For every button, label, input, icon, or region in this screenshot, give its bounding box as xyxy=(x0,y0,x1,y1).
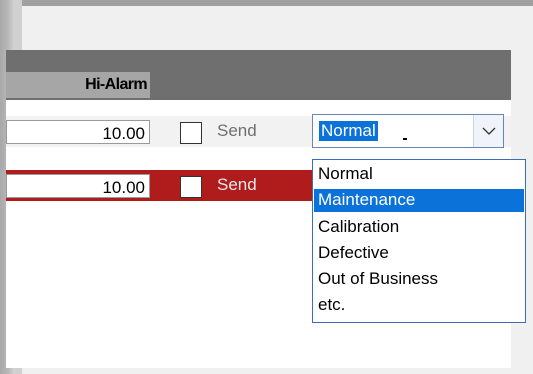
dropdown-option[interactable]: Calibration xyxy=(314,216,524,239)
hi-alarm-input[interactable]: 10.00 xyxy=(6,120,150,144)
hi-alarm-input[interactable]: 10.00 xyxy=(6,174,150,198)
send-checkbox[interactable] xyxy=(180,122,202,144)
chevron-down-icon xyxy=(482,127,496,135)
column-header-hi-alarm[interactable]: Hi-Alarm xyxy=(6,72,150,98)
dropdown-button[interactable] xyxy=(473,115,503,147)
dropdown-option[interactable]: Out of Business xyxy=(314,268,524,291)
status-combobox[interactable]: Normal xyxy=(312,114,504,148)
send-label: Send xyxy=(217,175,257,194)
hi-alarm-value: 10.00 xyxy=(102,124,145,143)
grid-header: Hi-Alarm xyxy=(6,50,511,100)
dropdown-option-highlighted[interactable]: Maintenance xyxy=(314,189,524,212)
text-cursor xyxy=(403,138,407,140)
column-header-label: Hi-Alarm xyxy=(85,76,147,93)
combo-selected-text: Normal xyxy=(319,121,378,141)
status-dropdown-list: Normal Maintenance Calibration Defective… xyxy=(312,159,526,323)
send-label: Send xyxy=(217,121,257,140)
send-checkbox[interactable] xyxy=(180,176,202,198)
dropdown-option[interactable]: etc. xyxy=(314,294,524,317)
dropdown-option[interactable]: Normal xyxy=(314,163,524,186)
dropdown-option[interactable]: Defective xyxy=(314,242,524,265)
hi-alarm-value: 10.00 xyxy=(102,178,145,197)
